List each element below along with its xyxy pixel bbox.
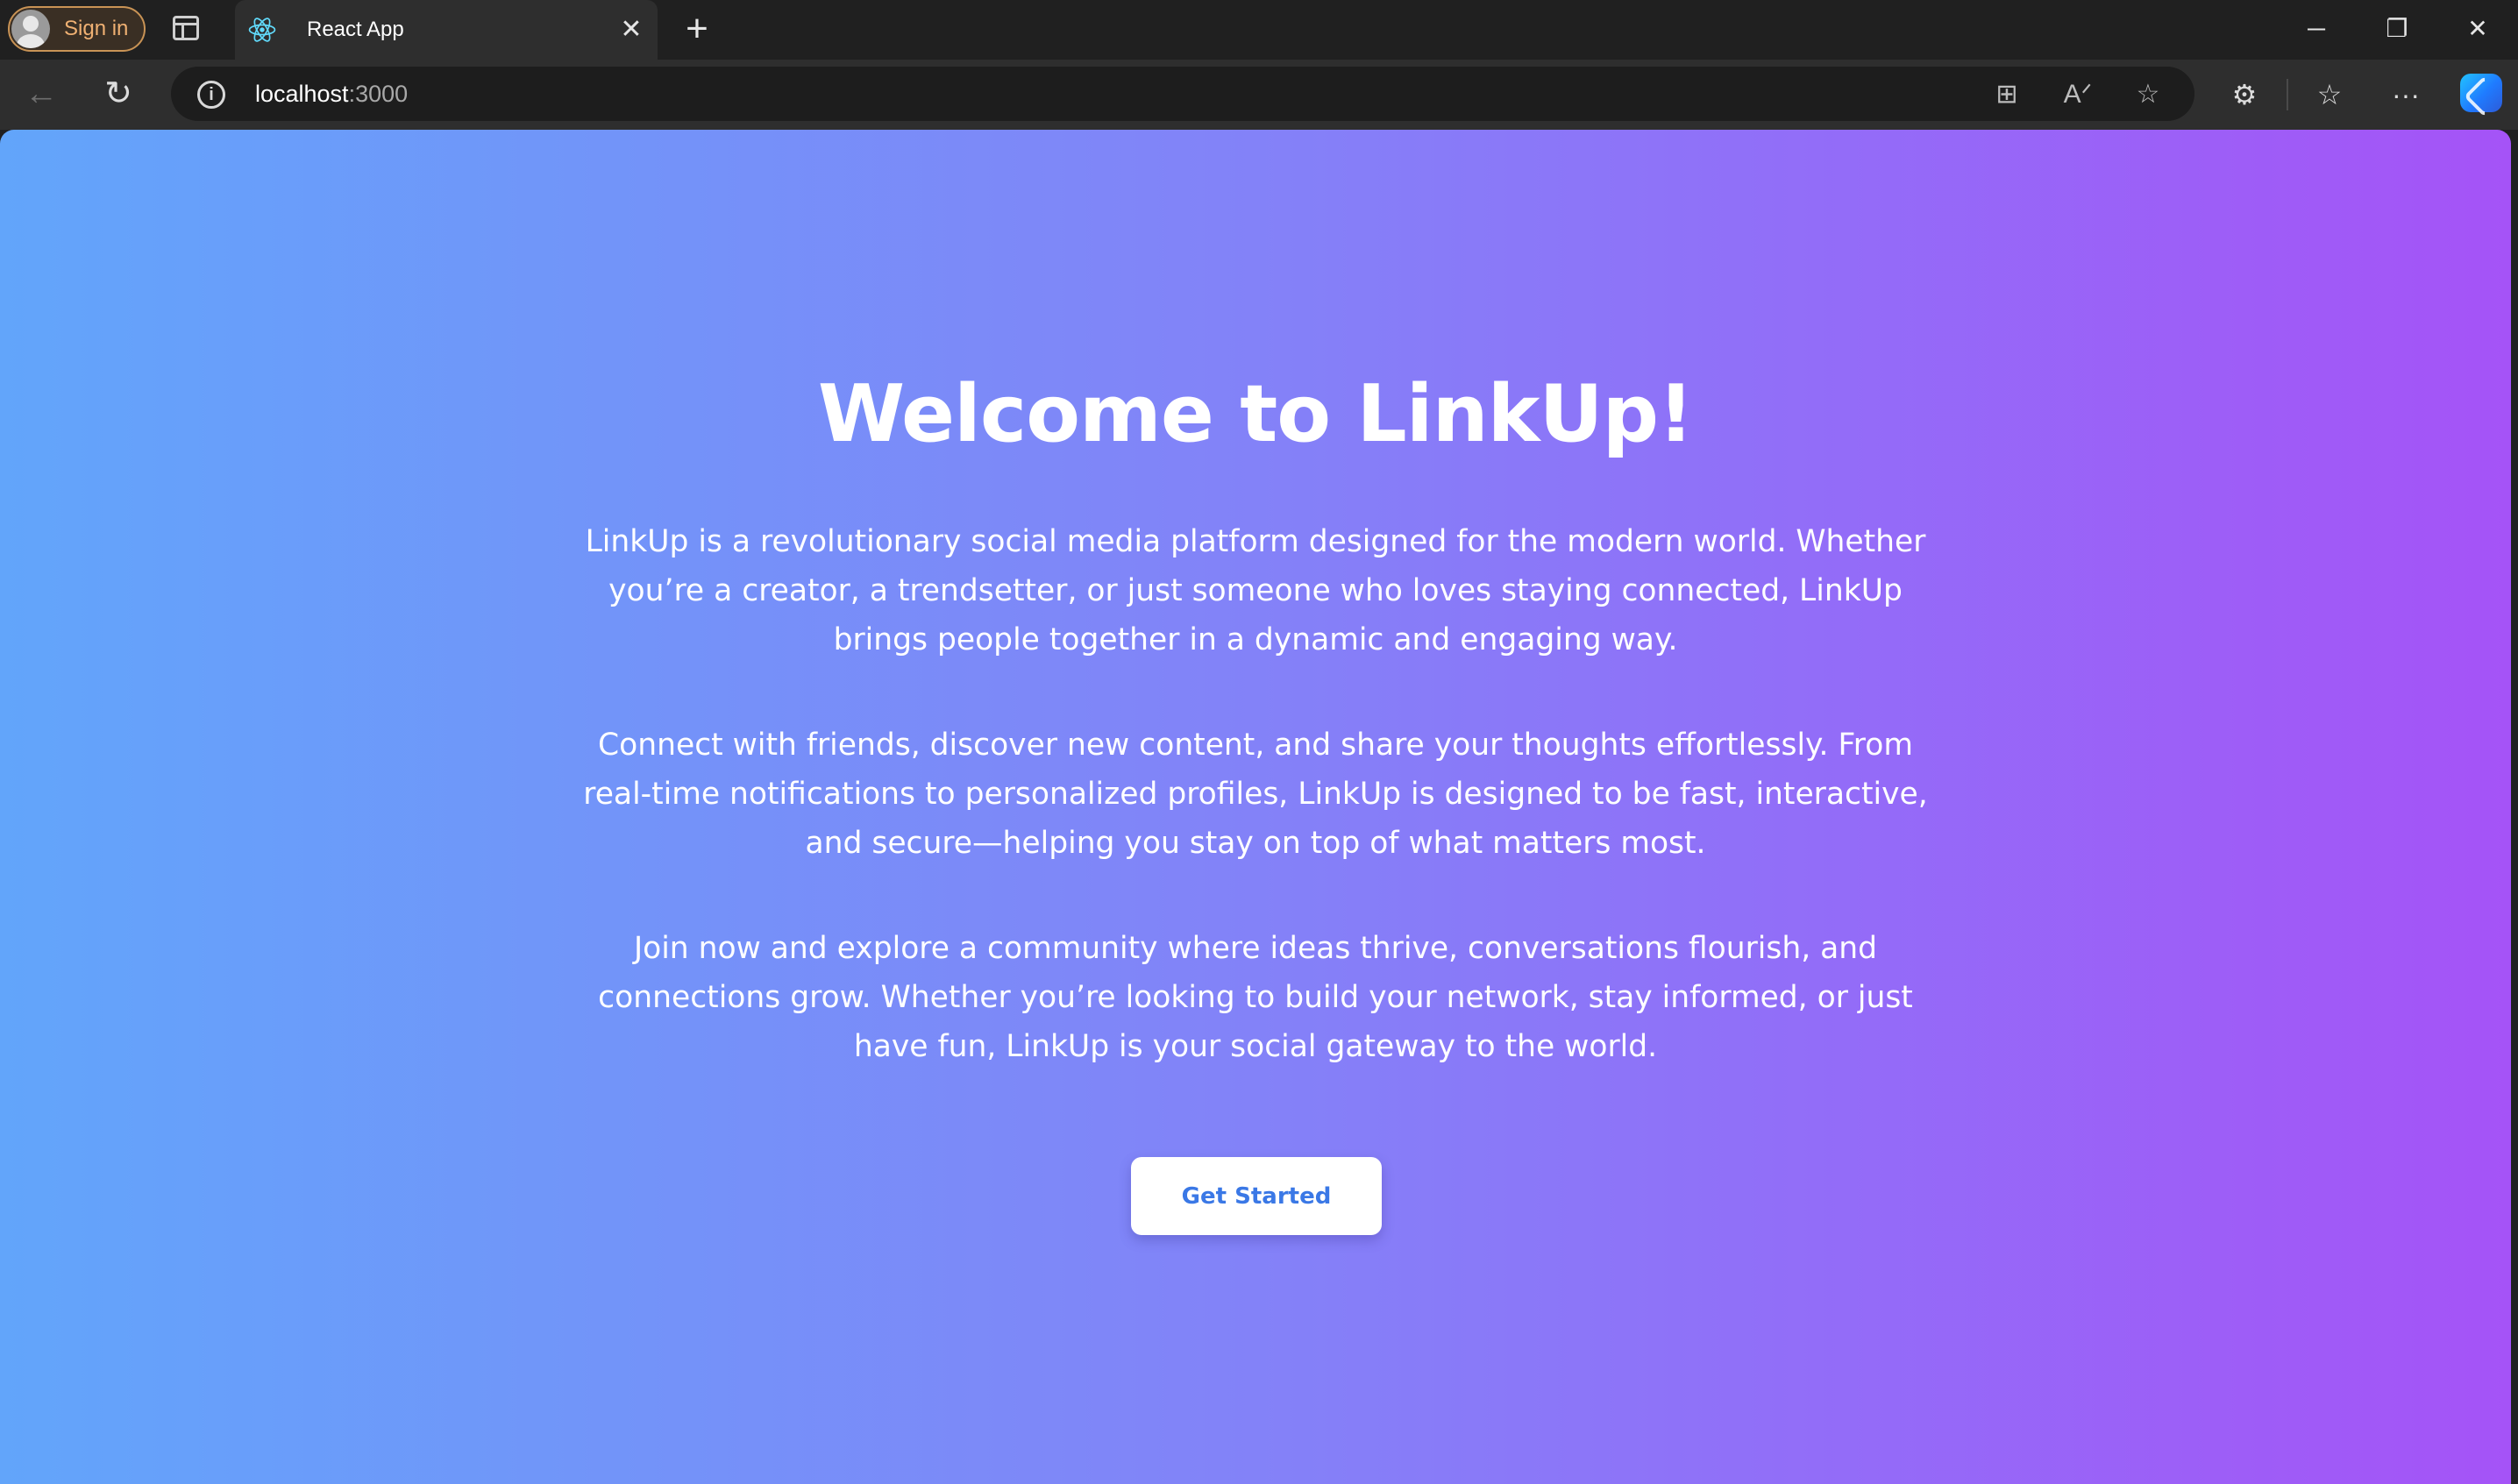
tab-strip: Sign in React App ✕ + ─ ❐ ✕ xyxy=(0,0,2518,60)
star-icon[interactable]: ☆ xyxy=(2130,79,2166,110)
more-icon[interactable]: ··· xyxy=(2386,75,2425,114)
app-available-icon[interactable]: ⊞ xyxy=(1989,79,2024,110)
url-text[interactable]: localhost:3000 xyxy=(255,81,408,108)
get-started-button[interactable]: Get Started xyxy=(1131,1157,1382,1235)
puzzle-icon[interactable]: ⚙ xyxy=(2225,75,2264,114)
sign-in-label: Sign in xyxy=(64,17,129,40)
intro-paragraph: LinkUp is a revolutionary social media p… xyxy=(585,524,1926,657)
restore-icon[interactable]: ❐ xyxy=(2375,9,2419,49)
info-icon[interactable]: i xyxy=(197,81,225,109)
browser-window: Sign in React App ✕ + ─ ❐ ✕ ← ↻ i localh… xyxy=(0,0,2518,1484)
react-icon xyxy=(248,18,276,42)
browser-toolbar: ← ↻ i localhost:3000 ⊞ Aᐟ ☆ ⚙ ☆ ··· xyxy=(0,60,2518,130)
avatar-icon xyxy=(11,10,50,48)
close-icon[interactable]: ✕ xyxy=(617,16,645,44)
tab-title: React App xyxy=(307,18,404,41)
profile-sign-in-button[interactable]: Sign in xyxy=(8,6,146,52)
features-paragraph: Connect with friends, discover new conte… xyxy=(583,728,1928,861)
window-close-icon[interactable]: ✕ xyxy=(2456,9,2500,49)
copilot-icon[interactable] xyxy=(2460,74,2502,112)
minimize-icon[interactable]: ─ xyxy=(2294,9,2338,49)
address-bar[interactable]: i localhost:3000 ⊞ Aᐟ ☆ xyxy=(171,67,2194,121)
read-aloud-icon[interactable]: Aᐟ xyxy=(2060,79,2095,110)
join-paragraph: Join now and explore a community where i… xyxy=(598,931,1913,1064)
toolbar-divider xyxy=(2287,79,2288,110)
tab-actions-icon[interactable] xyxy=(173,16,199,40)
page-viewport: Welcome to LinkUp! LinkUp is a revolutio… xyxy=(0,130,2511,1484)
back-arrow-icon[interactable]: ← xyxy=(19,72,63,116)
plus-icon[interactable]: + xyxy=(680,10,714,48)
tab-react-app[interactable]: React App ✕ xyxy=(235,0,658,60)
favorites-icon[interactable]: ☆ xyxy=(2310,75,2349,114)
page-title: Welcome to LinkUp! xyxy=(817,368,1694,460)
reload-icon[interactable]: ↻ xyxy=(96,72,140,116)
